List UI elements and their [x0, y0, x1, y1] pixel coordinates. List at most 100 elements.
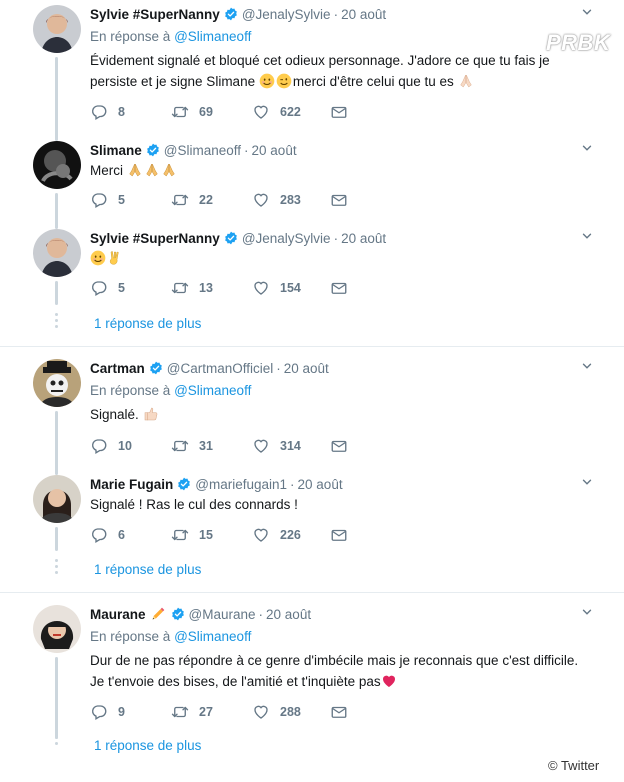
- reply-icon: [90, 279, 108, 297]
- reply-to-link[interactable]: @Slimaneoff: [174, 629, 251, 644]
- reply-button[interactable]: 10: [90, 437, 132, 455]
- reply-button[interactable]: 9: [90, 703, 125, 721]
- username[interactable]: @CartmanOfficiel: [167, 361, 273, 376]
- like-button[interactable]: 622: [252, 103, 301, 121]
- watermark-logo: PRBK: [546, 30, 611, 55]
- like-button[interactable]: 226: [252, 526, 301, 544]
- envelope-icon: [330, 703, 348, 721]
- username[interactable]: @JenalySylvie: [242, 231, 331, 246]
- pray-emoji-icon: [161, 162, 177, 178]
- retweet-button[interactable]: 31: [171, 437, 213, 455]
- retweet-icon: [171, 103, 189, 121]
- display-name[interactable]: Maurane: [90, 607, 146, 622]
- envelope-icon: [330, 526, 348, 544]
- reply-icon: [90, 191, 108, 209]
- verified-icon: [171, 607, 185, 621]
- avatar[interactable]: [33, 605, 81, 653]
- more-replies-dots: [54, 730, 59, 748]
- reply-icon: [90, 437, 108, 455]
- retweet-button[interactable]: 15: [171, 526, 213, 544]
- username[interactable]: @JenalySylvie: [242, 7, 331, 22]
- show-more-replies-link[interactable]: 1 réponse de plus: [94, 738, 201, 753]
- tweet-actions: 5 22 283: [90, 191, 360, 211]
- reply-button[interactable]: 5: [90, 191, 125, 209]
- envelope-icon: [330, 437, 348, 455]
- thread-line: [55, 527, 58, 551]
- chevron-down-icon[interactable]: [580, 229, 594, 243]
- timestamp[interactable]: 20 août: [284, 361, 329, 376]
- tweet-text-segment: merci d'être celui que tu es: [292, 74, 454, 89]
- tweet-text-segment: persiste et je signe Slimane: [90, 74, 256, 89]
- display-name[interactable]: Slimane: [90, 143, 142, 158]
- tweet-actions: 5 13 154: [90, 279, 360, 299]
- retweet-button[interactable]: 22: [171, 191, 213, 209]
- heart-icon: [252, 279, 270, 297]
- retweet-button[interactable]: 69: [171, 103, 213, 121]
- chevron-down-icon[interactable]: [580, 141, 594, 155]
- pencil-emoji-icon: [150, 606, 166, 622]
- timestamp[interactable]: 20 août: [298, 477, 343, 492]
- more-replies-dots: [54, 559, 59, 577]
- avatar[interactable]: [33, 5, 81, 53]
- verified-icon: [146, 143, 160, 157]
- show-more-replies-link[interactable]: 1 réponse de plus: [94, 562, 201, 577]
- like-button[interactable]: 283: [252, 191, 301, 209]
- display-name[interactable]: Cartman: [90, 361, 145, 376]
- like-button[interactable]: 154: [252, 279, 301, 297]
- display-name[interactable]: Sylvie #SuperNanny: [90, 231, 220, 246]
- heart-icon: [252, 103, 270, 121]
- tweet-text: Signalé.: [90, 404, 590, 425]
- smile-emoji-icon: [259, 73, 275, 89]
- like-button[interactable]: 314: [252, 437, 301, 455]
- chevron-down-icon[interactable]: [580, 5, 594, 19]
- reply-button[interactable]: 5: [90, 279, 125, 297]
- tweet-text: Merci: [90, 160, 590, 181]
- avatar[interactable]: [33, 359, 81, 407]
- envelope-icon: [330, 103, 348, 121]
- reply-to-link[interactable]: @Slimaneoff: [174, 29, 251, 44]
- reply-count: 8: [118, 105, 125, 119]
- retweet-count: 27: [199, 705, 213, 719]
- timestamp[interactable]: 20 août: [266, 607, 311, 622]
- direct-message-button[interactable]: [330, 437, 358, 455]
- reply-button[interactable]: 6: [90, 526, 125, 544]
- reply-count: 9: [118, 705, 125, 719]
- tweet-text: Évidement signalé et bloqué cet odieux p…: [90, 50, 590, 92]
- username[interactable]: @Slimaneoff: [164, 143, 241, 158]
- chevron-down-icon[interactable]: [580, 359, 594, 373]
- chevron-down-icon[interactable]: [580, 605, 594, 619]
- reply-prefix: En réponse à: [90, 629, 171, 644]
- tweet-maurane: Maurane @Maurane · 20 août En réponse à …: [0, 605, 624, 755]
- like-button[interactable]: 288: [252, 703, 301, 721]
- tweet-actions: 10 31 314: [90, 437, 360, 457]
- timestamp[interactable]: 20 août: [341, 231, 386, 246]
- direct-message-button[interactable]: [330, 279, 358, 297]
- direct-message-button[interactable]: [330, 526, 358, 544]
- avatar[interactable]: [33, 229, 81, 277]
- retweet-button[interactable]: 13: [171, 279, 213, 297]
- direct-message-button[interactable]: [330, 191, 358, 209]
- timestamp[interactable]: 20 août: [252, 143, 297, 158]
- retweet-icon: [171, 279, 189, 297]
- timestamp[interactable]: 20 août: [341, 7, 386, 22]
- reply-count: 5: [118, 193, 125, 207]
- reply-to-link[interactable]: @Slimaneoff: [174, 383, 251, 398]
- direct-message-button[interactable]: [330, 103, 358, 121]
- pray-emoji-icon: [127, 162, 143, 178]
- direct-message-button[interactable]: [330, 703, 358, 721]
- reply-button[interactable]: 8: [90, 103, 125, 121]
- chevron-down-icon[interactable]: [580, 475, 594, 489]
- display-name[interactable]: Marie Fugain: [90, 477, 173, 492]
- verified-icon: [224, 231, 238, 245]
- avatar[interactable]: [33, 141, 81, 189]
- username[interactable]: @mariefugain1: [195, 477, 287, 492]
- avatar[interactable]: [33, 475, 81, 523]
- tweet-text-line: Évidement signalé et bloqué cet odieux p…: [90, 53, 550, 68]
- username[interactable]: @Maurane: [189, 607, 256, 622]
- retweet-button[interactable]: 27: [171, 703, 213, 721]
- retweet-count: 13: [199, 281, 213, 295]
- tweet-text: Dur de ne pas répondre à ce genre d'imbé…: [90, 650, 610, 692]
- tweet-text-segment: Signalé.: [90, 407, 139, 422]
- show-more-replies-link[interactable]: 1 réponse de plus: [94, 316, 201, 331]
- display-name[interactable]: Sylvie #SuperNanny: [90, 7, 220, 22]
